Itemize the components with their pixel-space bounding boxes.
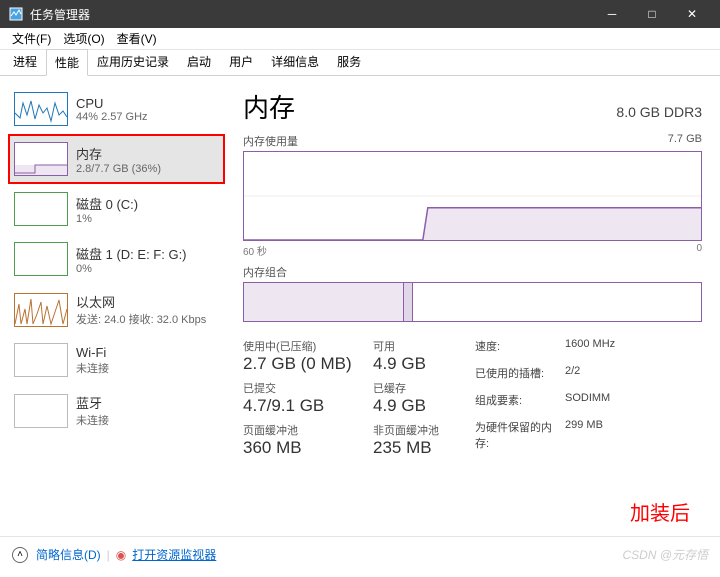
sidebar-item-label: CPU bbox=[76, 96, 219, 111]
paged-value: 360 MB bbox=[243, 438, 373, 458]
form-value: SODIMM bbox=[565, 392, 645, 415]
sidebar-item-stat: 44% 2.57 GHz bbox=[76, 111, 219, 123]
tab-app-history[interactable]: 应用历史记录 bbox=[88, 48, 178, 75]
usage-chart-max: 7.7 GB bbox=[668, 133, 702, 149]
annotation-text: 加装后 bbox=[630, 497, 690, 526]
open-resmon-link[interactable]: 打开资源监视器 bbox=[132, 546, 216, 563]
ethernet-mini-graph bbox=[14, 293, 68, 327]
tab-processes[interactable]: 进程 bbox=[4, 48, 46, 75]
titlebar: 任务管理器 ─ □ ✕ bbox=[0, 0, 720, 28]
reserved-label: 为硬件保留的内存: bbox=[475, 419, 565, 458]
paged-label: 页面缓冲池 bbox=[243, 422, 373, 438]
footer: ˄ 简略信息(D) | ◉ 打开资源监视器 CSDN @元存悟 bbox=[0, 536, 720, 572]
available-value: 4.9 GB bbox=[373, 354, 463, 374]
available-label: 可用 bbox=[373, 338, 463, 354]
sidebar-item-wifi[interactable]: Wi-Fi 未连接 bbox=[8, 335, 225, 385]
nonpaged-value: 235 MB bbox=[373, 438, 463, 458]
disk-mini-graph bbox=[14, 192, 68, 226]
sidebar-item-memory[interactable]: 内存 2.8/7.7 GB (36%) bbox=[8, 134, 225, 184]
sidebar-item-stat: 2.8/7.7 GB (36%) bbox=[76, 163, 219, 175]
sidebar-item-stat: 发送: 24.0 接收: 32.0 Kbps bbox=[76, 311, 219, 327]
chevron-up-icon[interactable]: ˄ bbox=[12, 547, 28, 563]
in-use-value: 2.7 GB (0 MB) bbox=[243, 354, 373, 374]
watermark: CSDN @元存悟 bbox=[622, 546, 708, 563]
tab-startup[interactable]: 启动 bbox=[178, 48, 220, 75]
cached-value: 4.9 GB bbox=[373, 396, 463, 416]
sidebar-item-bluetooth[interactable]: 蓝牙 未连接 bbox=[8, 385, 225, 436]
sidebar-item-label: 蓝牙 bbox=[76, 393, 219, 412]
sidebar-item-stat: 未连接 bbox=[76, 412, 219, 428]
cached-label: 已缓存 bbox=[373, 380, 463, 396]
menu-view[interactable]: 查看(V) bbox=[111, 28, 163, 49]
sidebar-item-stat: 0% bbox=[76, 263, 219, 275]
tab-bar: 进程 性能 应用历史记录 启动 用户 详细信息 服务 bbox=[0, 50, 720, 76]
tab-details[interactable]: 详细信息 bbox=[262, 48, 328, 75]
wifi-mini-graph bbox=[14, 343, 68, 377]
sidebar-item-cpu[interactable]: CPU 44% 2.57 GHz bbox=[8, 84, 225, 134]
speed-label: 速度: bbox=[475, 338, 565, 361]
page-title: 内存 bbox=[243, 88, 295, 125]
sidebar-item-label: 以太网 bbox=[76, 292, 219, 311]
disk-mini-graph bbox=[14, 242, 68, 276]
resmon-icon: ◉ bbox=[116, 548, 126, 562]
menu-file[interactable]: 文件(F) bbox=[6, 28, 57, 49]
menu-options[interactable]: 选项(O) bbox=[57, 28, 110, 49]
sidebar-item-disk0[interactable]: 磁盘 0 (C:) 1% bbox=[8, 184, 225, 234]
in-use-label: 使用中(已压缩) bbox=[243, 338, 373, 354]
usage-chart-label: 内存使用量 bbox=[243, 133, 298, 149]
sidebar-item-label: Wi-Fi bbox=[76, 345, 219, 360]
speed-value: 1600 MHz bbox=[565, 338, 645, 361]
slots-label: 已使用的插槽: bbox=[475, 365, 565, 388]
main-panel: 内存 8.0 GB DDR3 内存使用量 7.7 GB 60 秒 0 内存组合 bbox=[225, 76, 720, 536]
tab-services[interactable]: 服务 bbox=[328, 48, 370, 75]
time-axis-start: 60 秒 bbox=[243, 243, 267, 258]
maximize-button[interactable]: □ bbox=[632, 0, 672, 28]
sidebar-item-stat: 未连接 bbox=[76, 360, 219, 376]
slots-value: 2/2 bbox=[565, 365, 645, 388]
time-axis-end: 0 bbox=[696, 243, 702, 258]
sidebar-item-stat: 1% bbox=[76, 213, 219, 225]
reserved-value: 299 MB bbox=[565, 419, 645, 458]
sidebar-item-disk1[interactable]: 磁盘 1 (D: E: F: G:) 0% bbox=[8, 234, 225, 284]
nonpaged-label: 非页面缓冲池 bbox=[373, 422, 463, 438]
committed-value: 4.7/9.1 GB bbox=[243, 396, 373, 416]
sidebar-item-ethernet[interactable]: 以太网 发送: 24.0 接收: 32.0 Kbps bbox=[8, 284, 225, 335]
sidebar: CPU 44% 2.57 GHz 内存 2.8/7.7 GB (36%) 磁盘 … bbox=[0, 76, 225, 536]
app-icon bbox=[8, 6, 24, 22]
committed-label: 已提交 bbox=[243, 380, 373, 396]
memory-mini-graph bbox=[14, 142, 68, 176]
sidebar-item-label: 磁盘 0 (C:) bbox=[76, 194, 219, 213]
fewer-details-link[interactable]: 简略信息(D) bbox=[36, 546, 101, 563]
sidebar-item-label: 磁盘 1 (D: E: F: G:) bbox=[76, 244, 219, 263]
tab-users[interactable]: 用户 bbox=[220, 48, 262, 75]
composition-label: 内存组合 bbox=[243, 264, 287, 280]
menubar: 文件(F) 选项(O) 查看(V) bbox=[0, 28, 720, 50]
close-button[interactable]: ✕ bbox=[672, 0, 712, 28]
memory-usage-chart bbox=[243, 151, 702, 241]
tab-performance[interactable]: 性能 bbox=[46, 49, 88, 76]
sidebar-item-label: 内存 bbox=[76, 144, 219, 163]
cpu-mini-graph bbox=[14, 92, 68, 126]
memory-composition-chart bbox=[243, 282, 702, 322]
form-label: 组成要素: bbox=[475, 392, 565, 415]
bluetooth-mini-graph bbox=[14, 394, 68, 428]
minimize-button[interactable]: ─ bbox=[592, 0, 632, 28]
memory-total: 8.0 GB DDR3 bbox=[616, 104, 702, 120]
window-title: 任务管理器 bbox=[30, 6, 592, 23]
